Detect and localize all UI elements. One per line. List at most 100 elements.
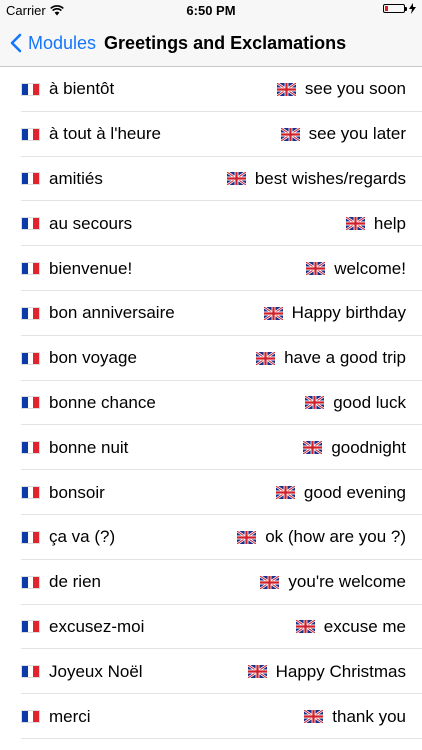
french-phrase: amitiés <box>49 168 103 188</box>
english-side: help <box>345 213 406 234</box>
english-side: best wishes/regards <box>226 168 406 189</box>
french-flag-icon <box>21 262 40 276</box>
phrase-row[interactable]: merci thank you <box>0 694 422 739</box>
french-side: bienvenue! <box>21 259 132 279</box>
french-side: à bientôt <box>21 79 114 99</box>
phrase-row[interactable]: Joyeux Noël Happy Christmas <box>0 649 422 694</box>
uk-flag-icon <box>226 172 246 186</box>
phrase-row[interactable]: bonne chance good luck <box>0 381 422 426</box>
chevron-left-icon <box>10 33 22 53</box>
french-flag-icon <box>21 665 40 679</box>
english-side: you're welcome <box>260 572 406 592</box>
french-flag-icon <box>21 351 40 365</box>
uk-flag-icon <box>306 262 326 276</box>
phrase-row[interactable]: amitiés best wishes/regards <box>0 157 422 202</box>
french-flag-icon <box>21 620 40 634</box>
english-phrase: Happy birthday <box>291 303 406 323</box>
french-phrase: bienvenue! <box>49 258 133 278</box>
back-button[interactable]: Modules <box>0 33 96 54</box>
english-side: good luck <box>305 393 406 413</box>
phrase-row[interactable]: ça va (?) ok (how are you ?) <box>0 515 422 560</box>
uk-flag-icon <box>280 127 300 141</box>
french-phrase: bon anniversaire <box>49 303 175 323</box>
status-right <box>383 3 416 14</box>
french-phrase: à tout à l'heure <box>49 124 161 144</box>
english-side: see you later <box>280 124 406 144</box>
french-side: bonne chance <box>21 393 156 413</box>
french-flag-icon <box>21 172 40 186</box>
english-side: have a good trip <box>256 348 406 368</box>
english-side: good evening <box>275 482 406 503</box>
french-side: bonsoir <box>21 483 105 503</box>
english-phrase: help <box>373 213 406 233</box>
english-phrase: thank you <box>332 706 406 726</box>
french-flag-icon <box>21 82 40 96</box>
french-side: excusez-moi <box>21 617 144 637</box>
french-phrase: excusez-moi <box>49 616 145 636</box>
english-side: goodnight <box>303 438 406 458</box>
french-phrase: bonsoir <box>49 482 105 502</box>
uk-flag-icon <box>305 396 325 410</box>
english-phrase: good evening <box>303 482 406 502</box>
french-side: bon anniversaire <box>21 303 175 323</box>
uk-flag-icon <box>295 620 315 634</box>
back-button-label: Modules <box>28 32 97 53</box>
french-flag-icon <box>21 306 40 320</box>
french-side: bon voyage <box>21 348 137 368</box>
phrase-row[interactable]: bonne nuit goodnight <box>0 425 422 470</box>
page-title: Greetings and Exclamations <box>104 32 347 53</box>
french-side: au secours <box>21 214 132 234</box>
english-phrase: Happy Christmas <box>275 661 406 681</box>
french-phrase: de rien <box>49 572 101 592</box>
english-side: Happy Christmas <box>247 661 406 682</box>
navigation-bar: Modules Greetings and Exclamations <box>0 20 422 67</box>
french-phrase: au secours <box>49 213 133 233</box>
phrase-list: à bientôt see you soon à tout à l'heure <box>0 67 422 739</box>
phrase-row[interactable]: excusez-moi excuse me <box>0 605 422 650</box>
phrase-row[interactable]: à bientôt see you soon <box>0 67 422 112</box>
french-phrase: ça va (?) <box>49 527 116 547</box>
battery-fill <box>385 6 388 11</box>
phrase-row[interactable]: de rien you're welcome <box>0 560 422 605</box>
uk-flag-icon <box>247 665 267 679</box>
phrase-row[interactable]: bonsoir good evening <box>0 470 422 515</box>
french-side: bonne nuit <box>21 438 128 458</box>
phrase-row[interactable]: au secours help <box>0 201 422 246</box>
french-phrase: bonne chance <box>49 392 156 412</box>
uk-flag-icon <box>304 710 324 724</box>
phrase-row[interactable]: à tout à l'heure see you later <box>0 112 422 157</box>
uk-flag-icon <box>276 82 296 96</box>
uk-flag-icon <box>237 530 257 544</box>
french-phrase: bonne nuit <box>49 437 129 457</box>
french-phrase: à bientôt <box>49 79 115 99</box>
french-flag-icon <box>21 127 40 141</box>
battery-icon <box>383 4 407 13</box>
uk-flag-icon <box>263 306 283 320</box>
english-phrase: see you soon <box>304 79 406 99</box>
english-phrase: ok (how are you ?) <box>265 527 406 547</box>
french-side: Joyeux Noël <box>21 662 143 682</box>
french-phrase: merci <box>49 706 91 726</box>
uk-flag-icon <box>345 217 365 231</box>
english-phrase: see you later <box>308 124 406 144</box>
french-side: merci <box>21 707 91 727</box>
uk-flag-icon <box>275 486 295 500</box>
french-flag-icon <box>21 575 40 589</box>
french-phrase: bon voyage <box>49 348 137 368</box>
clock: 6:50 PM <box>186 3 236 18</box>
french-flag-icon <box>21 486 40 500</box>
english-side: welcome! <box>306 259 406 279</box>
phrase-row[interactable]: bon voyage have a good trip <box>0 336 422 381</box>
uk-flag-icon <box>260 575 280 589</box>
english-phrase: best wishes/regards <box>254 168 406 188</box>
phrase-row[interactable]: bienvenue! welcome! <box>0 246 422 291</box>
english-phrase: good luck <box>333 392 406 412</box>
english-phrase: have a good trip <box>284 348 406 368</box>
status-bar: Carrier 6:50 PM <box>0 0 422 20</box>
phrase-row[interactable]: bon anniversaire Happy birthday <box>0 291 422 336</box>
french-phrase: Joyeux Noël <box>49 661 143 681</box>
english-phrase: you're welcome <box>288 572 406 592</box>
english-side: see you soon <box>276 79 406 99</box>
french-side: à tout à l'heure <box>21 124 161 144</box>
french-side: de rien <box>21 572 101 592</box>
